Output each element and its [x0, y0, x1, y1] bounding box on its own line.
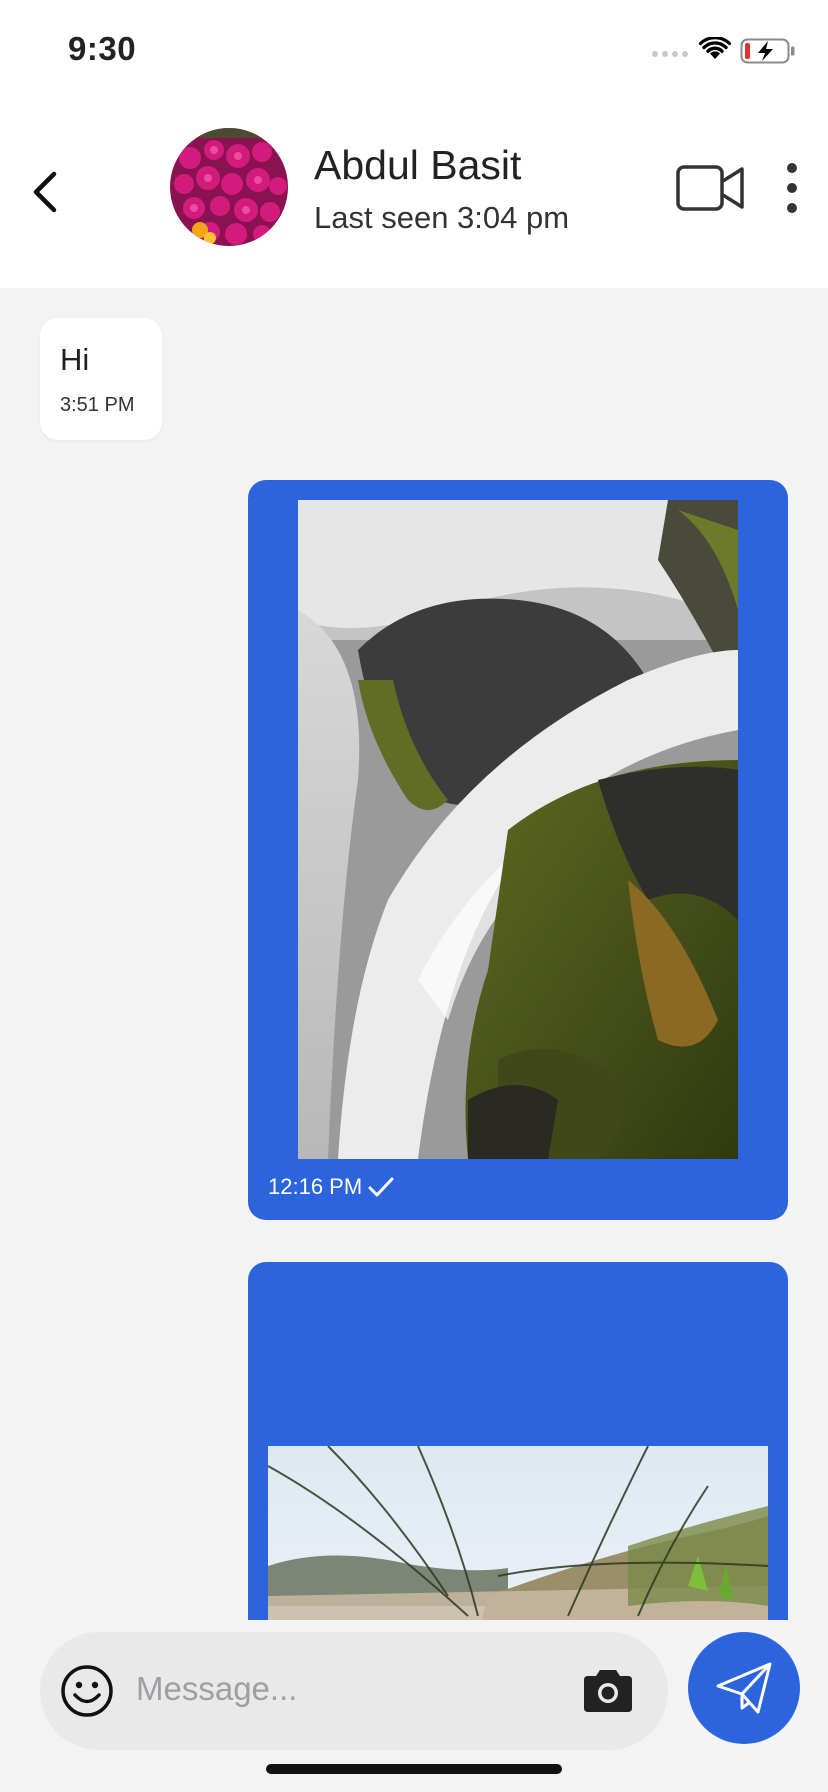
- sent-check-icon: [368, 1177, 394, 1197]
- incoming-message[interactable]: Hi 3:51 PM: [40, 318, 162, 440]
- back-arrow-icon[interactable]: [24, 162, 64, 222]
- message-text: Hi: [60, 342, 90, 377]
- message-list[interactable]: Hi 3:51 PM 12:16 PM: [0, 288, 828, 1620]
- status-time: 9:30: [68, 30, 137, 67]
- camera-icon[interactable]: [580, 1668, 636, 1714]
- avatar[interactable]: [170, 128, 288, 246]
- chat-header: Abdul Basit Last seen 3:04 pm: [0, 100, 828, 288]
- home-indicator[interactable]: [266, 1764, 562, 1774]
- outgoing-image-message[interactable]: [248, 1262, 788, 1620]
- more-vertical-icon[interactable]: [780, 160, 804, 216]
- send-button[interactable]: [688, 1632, 800, 1744]
- emoji-icon[interactable]: [60, 1664, 114, 1718]
- contact-name: Abdul Basit: [314, 142, 522, 188]
- wifi-icon: [699, 37, 731, 59]
- message-composer[interactable]: Message...: [40, 1632, 668, 1750]
- message-input[interactable]: Message...: [136, 1670, 297, 1708]
- message-meta: 12:16 PM: [268, 1174, 394, 1200]
- waterfall-photo[interactable]: [298, 500, 738, 1159]
- message-time: 3:51 PM: [60, 394, 135, 416]
- send-icon: [716, 1662, 772, 1714]
- last-seen-status: Last seen 3:04 pm: [314, 200, 570, 235]
- outgoing-image-message[interactable]: 12:16 PM: [248, 480, 788, 1220]
- video-call-icon[interactable]: [676, 164, 746, 212]
- message-time: 12:16 PM: [268, 1174, 363, 1199]
- status-bar: 9:30: [0, 0, 828, 100]
- battery-charging-icon: [740, 38, 795, 64]
- beach-grass-photo[interactable]: [268, 1446, 768, 1620]
- signal-icon: [652, 51, 688, 57]
